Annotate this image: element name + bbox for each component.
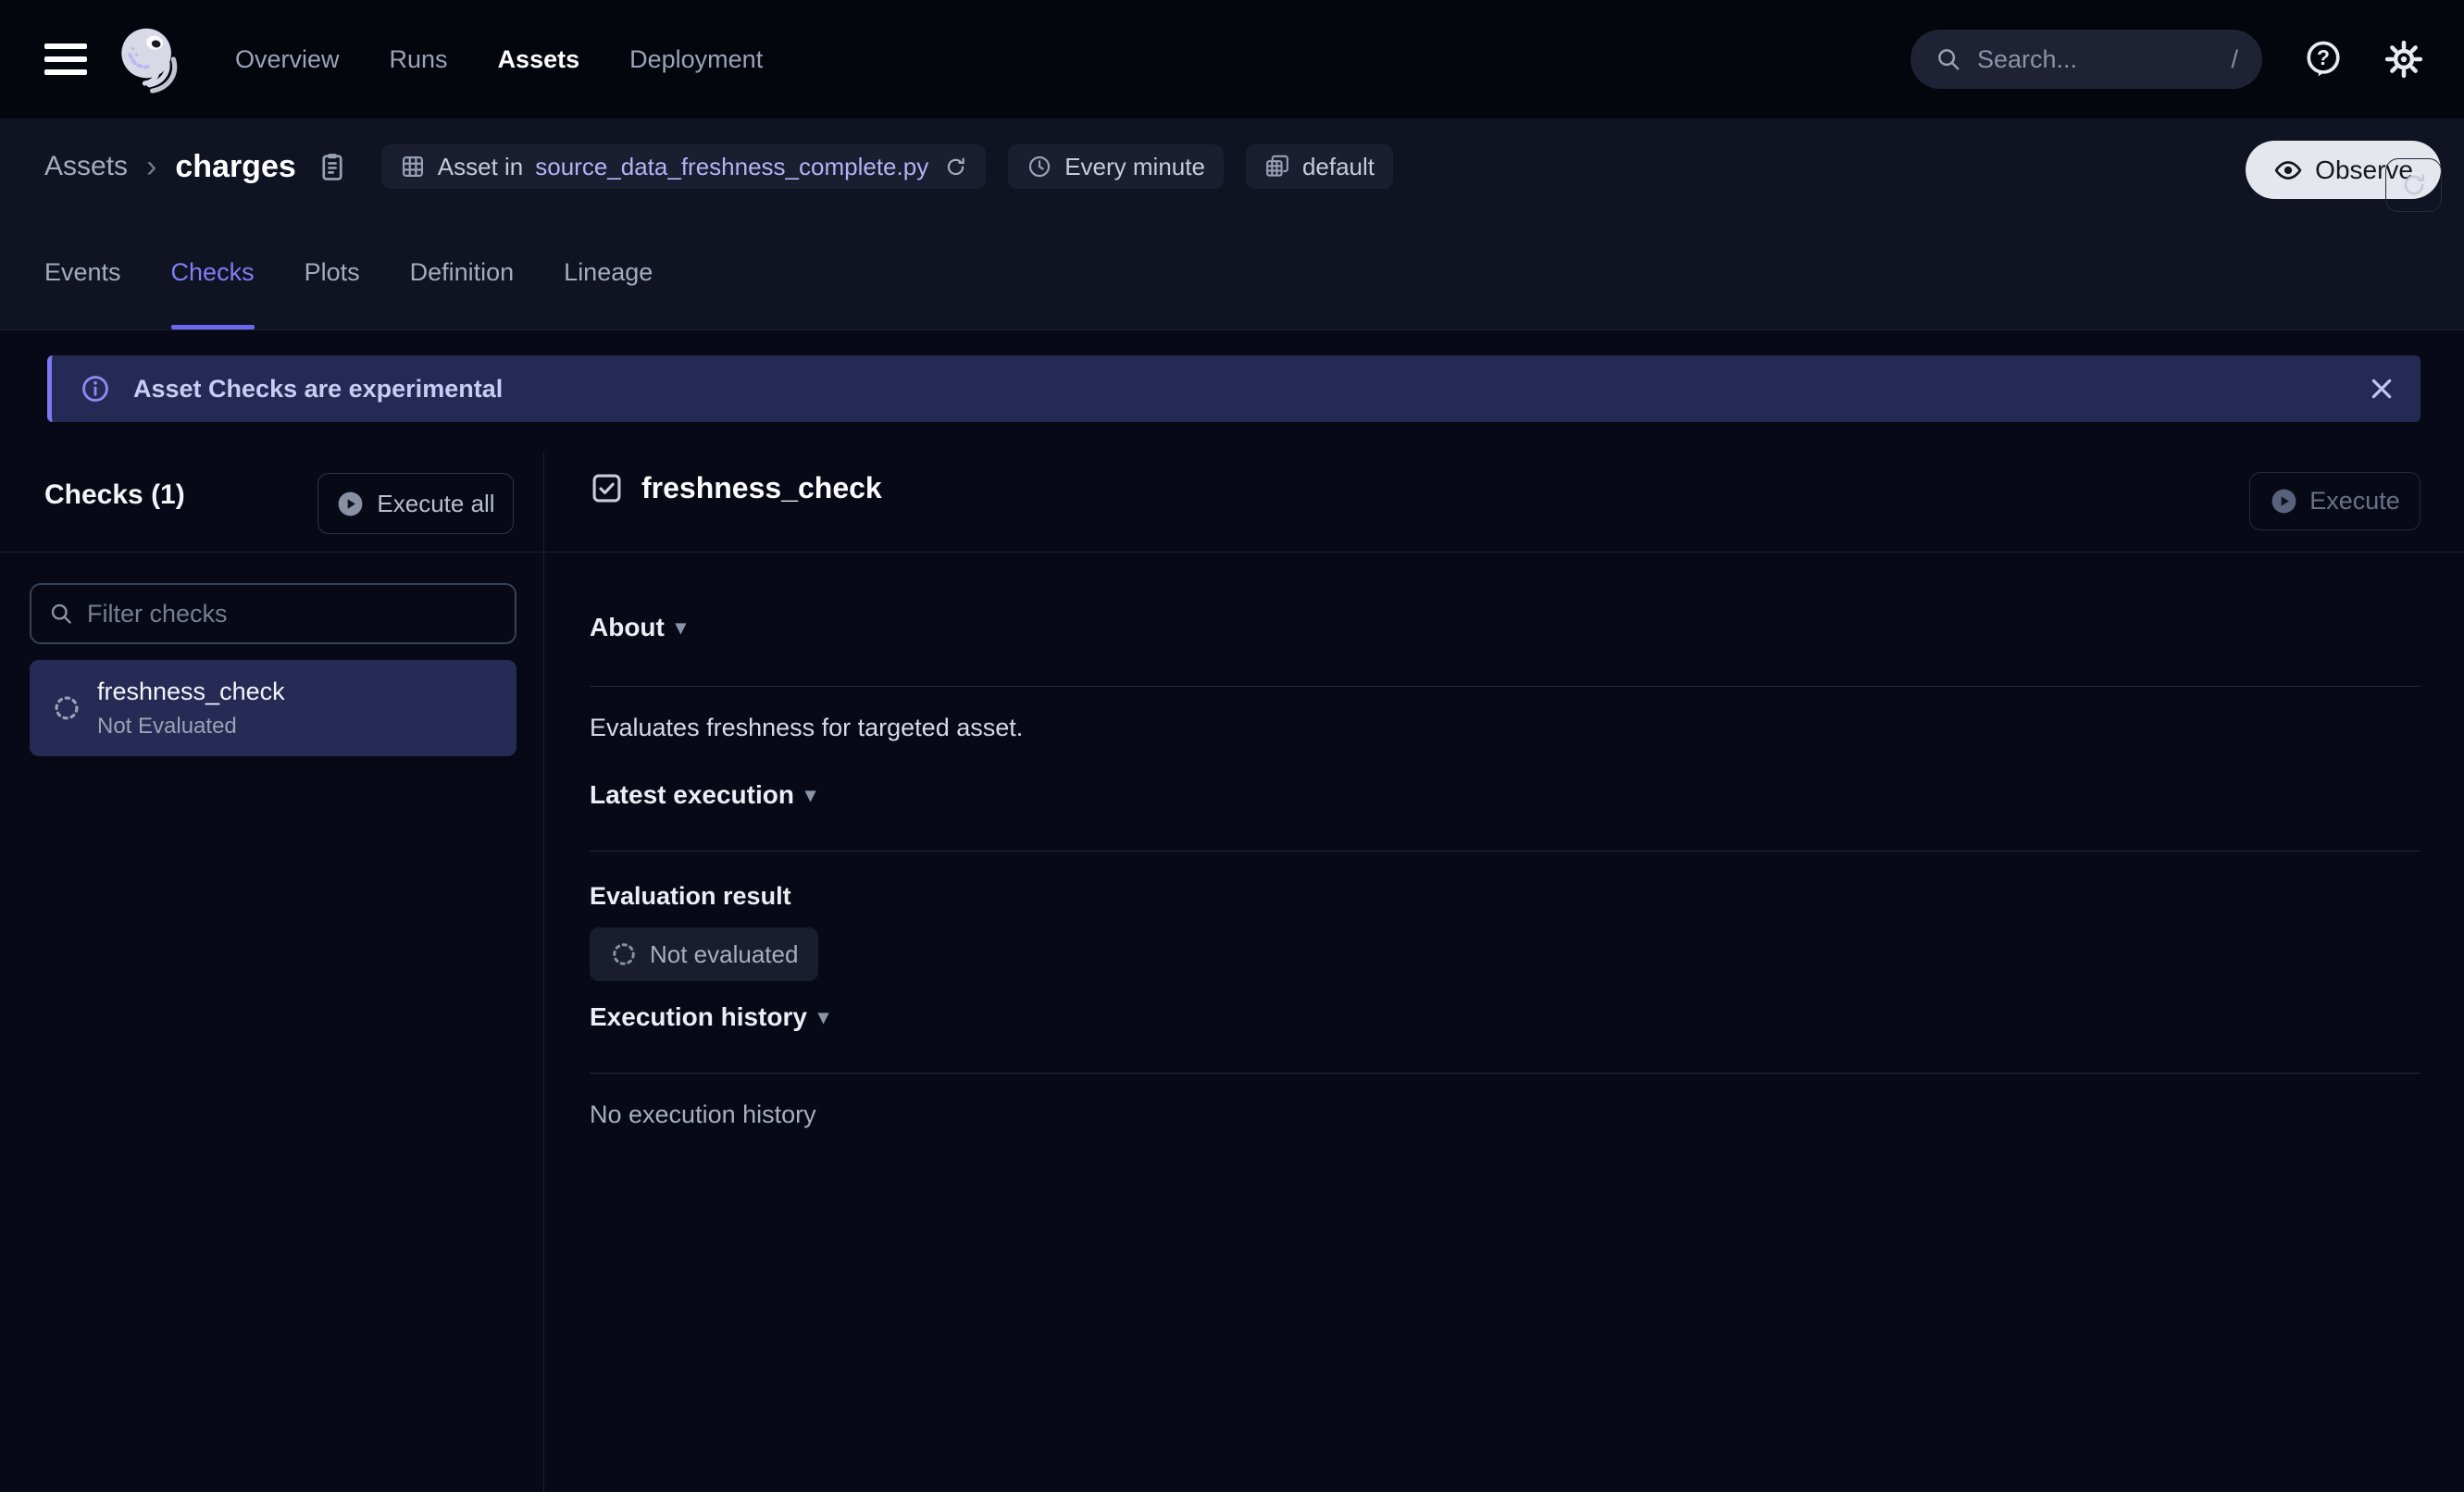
- panel-divider: [543, 452, 544, 1492]
- filter-checks-box[interactable]: [30, 583, 516, 644]
- search-input[interactable]: [1977, 45, 2216, 74]
- checks-content: Asset Checks are experimental Checks (1)…: [0, 330, 2464, 1492]
- dagster-logo[interactable]: [115, 23, 187, 95]
- asset-definition-tag[interactable]: Asset in source_data_freshness_complete.…: [381, 144, 986, 189]
- asset-definition-prefix: Asset in: [438, 153, 524, 181]
- nav-item-deployment[interactable]: Deployment: [629, 45, 763, 74]
- execute-all-label: Execute all: [377, 490, 494, 518]
- close-icon: [2367, 374, 2396, 404]
- about-description: Evaluates freshness for targeted asset.: [590, 714, 1023, 742]
- caret-down-icon: ▾: [676, 615, 686, 640]
- clock-icon: [1027, 154, 1052, 180]
- gear-icon: [2384, 40, 2423, 79]
- section-divider: [590, 1073, 2420, 1074]
- execute-button-label: Execute: [2309, 487, 2400, 516]
- spinner-icon: [52, 693, 81, 723]
- primary-nav: Overview Runs Assets Deployment: [235, 45, 763, 74]
- nav-right: /: [1910, 30, 2423, 89]
- filter-checks-input[interactable]: [87, 600, 498, 628]
- latest-execution-heading: Latest execution: [590, 780, 794, 810]
- tab-checks[interactable]: Checks: [171, 215, 255, 329]
- search-shortcut-hint: /: [2231, 45, 2238, 74]
- execute-button[interactable]: Execute: [2249, 472, 2420, 530]
- tab-definition[interactable]: Definition: [410, 215, 515, 329]
- checks-panel-title: Checks (1): [44, 479, 185, 511]
- section-divider: [590, 851, 2420, 852]
- search-box[interactable]: /: [1910, 30, 2262, 89]
- settings-button[interactable]: [2384, 40, 2423, 79]
- execute-all-button[interactable]: Execute all: [317, 473, 514, 534]
- check-detail-title-row: freshness_check: [590, 471, 882, 505]
- tab-events[interactable]: Events: [44, 215, 121, 329]
- search-icon: [1935, 45, 1962, 73]
- schema-tag[interactable]: default: [1246, 144, 1393, 189]
- table-icon: [400, 154, 426, 180]
- asset-tabs: Events Checks Plots Definition Lineage: [0, 215, 2464, 329]
- help-icon: [2303, 39, 2344, 80]
- asset-tags: Asset in source_data_freshness_complete.…: [381, 144, 1393, 189]
- info-icon: [80, 373, 111, 404]
- dagster-logo-icon: [115, 23, 187, 95]
- checkbox-icon: [590, 471, 624, 505]
- play-circle-icon: [336, 490, 365, 518]
- about-section-header[interactable]: About ▾: [590, 613, 686, 642]
- breadcrumb-separator: ›: [146, 151, 156, 182]
- banner-message: Asset Checks are experimental: [133, 375, 503, 404]
- check-list-item-name: freshness_check: [97, 678, 285, 706]
- execution-history-section-header[interactable]: Execution history ▾: [590, 1002, 828, 1032]
- search-icon: [48, 601, 74, 627]
- check-list-item[interactable]: freshness_check Not Evaluated: [30, 660, 516, 756]
- refresh-icon: [2400, 171, 2428, 199]
- evaluation-result-heading: Evaluation result: [590, 882, 791, 911]
- tab-lineage[interactable]: Lineage: [564, 215, 653, 329]
- schema-icon: [1264, 154, 1290, 180]
- copy-button[interactable]: [317, 151, 348, 182]
- header-divider: [0, 552, 2464, 553]
- section-divider: [590, 686, 2420, 687]
- execution-history-empty-text: No execution history: [590, 1100, 816, 1129]
- nav-item-assets[interactable]: Assets: [498, 45, 580, 74]
- menu-button[interactable]: [44, 44, 87, 75]
- caret-down-icon: ▾: [818, 1005, 828, 1029]
- asset-header: Assets › charges Asset in source_data_fr…: [0, 118, 2464, 330]
- top-nav: Overview Runs Assets Deployment /: [0, 0, 2464, 118]
- experimental-banner: Asset Checks are experimental: [47, 355, 2420, 422]
- spinner-icon: [610, 940, 638, 968]
- schedule-tag[interactable]: Every minute: [1008, 144, 1224, 189]
- refresh-page-button[interactable]: [2385, 158, 2442, 212]
- eye-icon: [2273, 155, 2303, 185]
- schema-tag-label: default: [1302, 153, 1375, 181]
- asset-definition-file-link[interactable]: source_data_freshness_complete.py: [535, 153, 928, 181]
- refresh-icon[interactable]: [944, 155, 967, 179]
- evaluation-result-badge: Not evaluated: [590, 927, 818, 981]
- evaluation-result-badge-label: Not evaluated: [650, 940, 798, 969]
- check-list-item-text: freshness_check Not Evaluated: [97, 678, 285, 740]
- help-button[interactable]: [2303, 39, 2344, 80]
- execution-history-heading: Execution history: [590, 1002, 807, 1032]
- tab-plots[interactable]: Plots: [305, 215, 360, 329]
- about-heading: About: [590, 613, 665, 642]
- nav-item-runs[interactable]: Runs: [390, 45, 448, 74]
- caret-down-icon: ▾: [805, 783, 815, 807]
- clipboard-icon: [317, 151, 348, 182]
- play-circle-icon: [2270, 487, 2298, 516]
- banner-close-button[interactable]: [2367, 374, 2396, 404]
- check-detail-title: freshness_check: [641, 471, 882, 505]
- check-list-item-status: Not Evaluated: [97, 714, 285, 740]
- nav-item-overview[interactable]: Overview: [235, 45, 340, 74]
- page-title: charges: [175, 149, 295, 185]
- breadcrumb-assets-link[interactable]: Assets: [44, 151, 128, 182]
- breadcrumb-row: Assets › charges Asset in source_data_fr…: [0, 118, 2464, 215]
- latest-execution-section-header[interactable]: Latest execution ▾: [590, 780, 815, 810]
- schedule-tag-label: Every minute: [1064, 153, 1205, 181]
